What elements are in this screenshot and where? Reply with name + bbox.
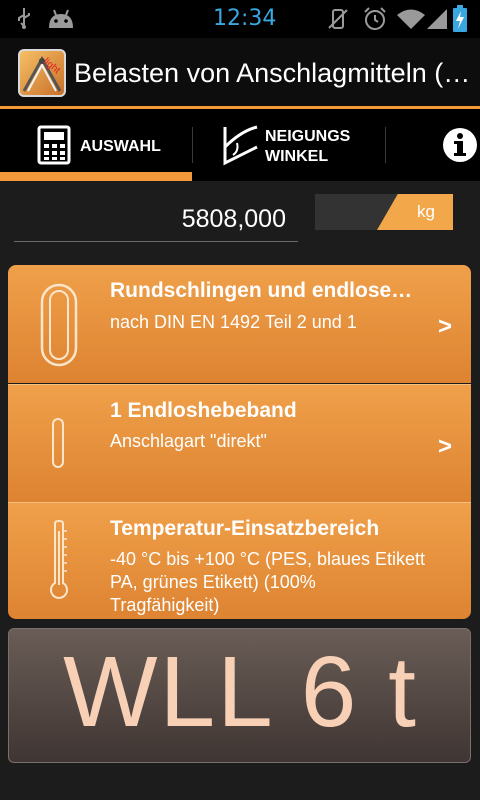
list-item-subtitle-line3: Tragfähigkeit) (110, 595, 220, 615)
app-title: Belasten von Anschlagmitteln (… (74, 58, 471, 88)
list-item-title: Rundschlingen und endlose… (110, 279, 413, 302)
chevron-right-icon: > (438, 313, 453, 340)
info-icon (443, 128, 477, 162)
tab-neigungswinkel-line2: WINKEL (265, 148, 329, 165)
alarm-icon (364, 7, 386, 30)
chevron-right-icon: > (438, 433, 453, 460)
action-bar: light Belasten von Anschlagmitteln (… (0, 38, 480, 106)
list-item-sling-type[interactable]: Rundschlingen und endlose… nach DIN EN 1… (8, 265, 471, 383)
tab-bar: AUSWAHL NEIGUNGS WINKEL (0, 109, 480, 181)
angle-icon (223, 125, 258, 166)
weight-input[interactable] (14, 198, 298, 242)
unit-selector[interactable]: kg (315, 194, 453, 230)
tab-auswahl-label: AUSWAHL (80, 138, 161, 155)
round-sling-icon (40, 283, 78, 367)
signal-icon (427, 9, 447, 29)
wll-result-text: WLL 6 t (63, 636, 418, 748)
list-item-subtitle-line2: PA, grünes Etikett) (100% (110, 572, 316, 592)
list-item-subtitle: Anschlagart "direkt" (110, 431, 267, 451)
usb-icon (18, 8, 30, 29)
tab-selected-indicator (0, 172, 192, 181)
wifi-icon (397, 9, 425, 29)
tab-neigungswinkel-line1: NEIGUNGS (265, 128, 351, 145)
list-item-title: 1 Endloshebeband (110, 399, 297, 422)
list-item-sling-count[interactable]: 1 Endloshebeband Anschlagart "direkt" > (8, 384, 471, 502)
calculator-icon (37, 125, 71, 165)
thermometer-icon (50, 519, 68, 599)
status-time: 12:34 (213, 6, 277, 31)
list-item-subtitle-line1: -40 °C bis +100 °C (PES, blaues Etikett (110, 549, 426, 569)
list-item-subtitle: nach DIN EN 1492 Teil 2 und 1 (110, 312, 357, 332)
status-bar: 12:34 (0, 0, 480, 38)
unit-label: kg (417, 202, 435, 221)
vibrate-mute-icon (328, 9, 348, 29)
app-logo-graphic: light (22, 55, 62, 92)
tab-auswahl[interactable]: AUSWAHL (0, 109, 192, 181)
battery-charging-icon (453, 5, 467, 32)
selection-panel: Rundschlingen und endlose… nach DIN EN 1… (8, 265, 471, 619)
tab-neigungswinkel[interactable]: NEIGUNGS WINKEL (193, 109, 385, 181)
list-item-temperature[interactable]: Temperatur-Einsatzbereich -40 °C bis +10… (8, 502, 471, 619)
app-logo-icon[interactable]: light (18, 49, 66, 97)
info-button[interactable] (386, 109, 480, 181)
android-icon (49, 9, 73, 28)
unit-accent (377, 194, 453, 230)
single-sling-icon (52, 418, 64, 468)
wll-result-button[interactable]: WLL 6 t (8, 628, 471, 763)
list-item-title: Temperatur-Einsatzbereich (110, 517, 380, 540)
